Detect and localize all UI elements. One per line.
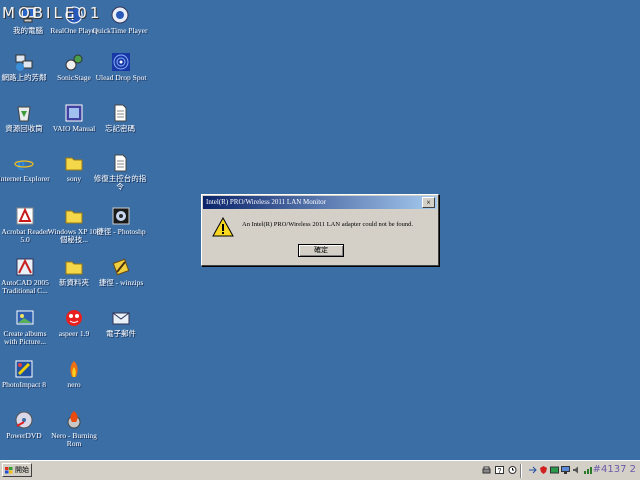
close-button[interactable]: × <box>422 197 435 208</box>
dialog-title-bar[interactable]: Intel(R) PRO/Wireless 2011 LAN Monitor × <box>203 196 437 209</box>
quicktime-icon <box>110 5 130 25</box>
aspeer-icon <box>64 308 84 328</box>
watermark-text: MOBILE01 <box>2 4 103 22</box>
dialog-title: Intel(R) PRO/Wireless 2011 LAN Monitor <box>206 198 327 206</box>
post-id-watermark: #4137 2 <box>592 464 636 475</box>
folder-icon <box>64 206 84 226</box>
desktop-icon-winzip-shortcut[interactable]: 捷徑 - winzips <box>93 257 149 287</box>
ok-button-label: 確定 <box>314 246 328 254</box>
icon-label: 修復主控台的指令 <box>93 174 147 191</box>
network-status-icon[interactable] <box>550 466 559 474</box>
taskbar: 開始 ? #4137 2 <box>0 460 640 480</box>
icon-label: 忘記密碼 <box>105 124 135 133</box>
desktop-icon-nero[interactable]: nero <box>46 359 102 389</box>
icon-label: 資源回收筒 <box>5 124 43 133</box>
icon-label: 捷徑 - winzips <box>98 278 144 287</box>
vaio-manual-icon <box>64 103 84 123</box>
monitor-icon[interactable] <box>561 466 570 474</box>
nero-icon <box>64 359 84 379</box>
desktop-icon-network-places[interactable]: 網路上的芳鄰 <box>0 52 52 82</box>
icon-label: PhotoImpact 8 <box>2 380 46 389</box>
system-tray: ? #4137 2 <box>478 463 638 478</box>
icon-label: QuickTime Player <box>92 26 148 35</box>
start-button[interactable]: 開始 <box>2 463 32 477</box>
ok-button[interactable]: 確定 <box>298 244 344 257</box>
nero-burning-rom-icon <box>64 410 84 430</box>
watermark: MOBILE01 <box>2 4 102 22</box>
clock-icon[interactable] <box>508 466 517 474</box>
recycle-bin-icon <box>14 103 34 123</box>
powerdvd-icon <box>14 410 34 430</box>
desktop-icon-ulead-drop-spot[interactable]: Ulead Drop Spot <box>93 52 149 82</box>
desktop-icon-internet-explorer[interactable]: e Internet Explorer <box>0 153 52 183</box>
help-icon[interactable]: ? <box>495 466 504 474</box>
icon-label: Internet Explorer <box>0 174 50 183</box>
svg-text:e: e <box>17 154 25 173</box>
wireless-icon[interactable] <box>583 466 592 474</box>
desktop-icon-nero-burning-rom[interactable]: Nero - Burning Rom <box>46 410 102 448</box>
desktop-icon-recycle-bin[interactable]: 資源回收筒 <box>0 103 52 133</box>
icon-label: 電子郵件 <box>106 329 136 338</box>
sonicstage-icon <box>64 52 84 72</box>
photoimpact-icon <box>14 359 34 379</box>
autocad-icon <box>15 257 35 277</box>
icon-label: Ulead Drop Spot <box>95 73 147 82</box>
icon-label: 捷徑 - Photoshp <box>96 227 146 236</box>
document-icon <box>110 103 130 123</box>
windows-logo-icon <box>5 467 13 474</box>
desktop-icon-photoimpact[interactable]: PhotoImpact 8 <box>0 359 52 389</box>
desktop-icon-recovery-console-commands[interactable]: 修復主控台的指令 <box>92 153 148 191</box>
folder-icon <box>64 153 84 173</box>
close-icon: × <box>426 198 431 207</box>
warning-icon <box>212 216 234 242</box>
printer-icon[interactable] <box>482 466 491 474</box>
email-icon <box>111 308 131 328</box>
acrobat-reader-icon <box>15 206 35 226</box>
desktop-icon-photoshop-shortcut[interactable]: 捷徑 - Photoshp <box>93 206 149 236</box>
icon-label: 網路上的芳鄰 <box>1 73 47 82</box>
document-icon <box>110 153 130 173</box>
dialog-message: An Intel(R) PRO/Wireless 2011 LAN adapte… <box>242 221 413 228</box>
start-label: 開始 <box>15 467 29 474</box>
network-icon <box>14 52 34 72</box>
shield-icon[interactable] <box>539 466 548 474</box>
desktop-icon-email[interactable]: 電子郵件 <box>93 308 149 338</box>
volume-icon[interactable] <box>572 466 581 474</box>
ulead-drop-spot-icon <box>111 52 131 72</box>
folder-icon <box>64 257 84 277</box>
desktop: MOBILE01 我的電腦 網路上的芳鄰 資源回收筒 e Internet Ex… <box>0 0 640 480</box>
photo-album-icon <box>15 308 35 328</box>
internet-explorer-icon: e <box>14 153 34 174</box>
winzip-icon <box>111 257 131 277</box>
icon-label: Nero - Burning Rom <box>51 431 97 448</box>
desktop-icon-powerdvd[interactable]: PowerDVD <box>0 410 52 440</box>
photoshop-icon <box>111 206 131 226</box>
svg-text:?: ? <box>498 468 502 474</box>
arrows-icon[interactable] <box>528 466 537 474</box>
tray-divider <box>520 464 522 478</box>
icon-label: PowerDVD <box>6 431 42 440</box>
desktop-icon-forgot-password[interactable]: 忘記密碼 <box>92 103 148 133</box>
lan-monitor-dialog: Intel(R) PRO/Wireless 2011 LAN Monitor ×… <box>201 194 439 266</box>
icon-label: nero <box>67 380 81 389</box>
